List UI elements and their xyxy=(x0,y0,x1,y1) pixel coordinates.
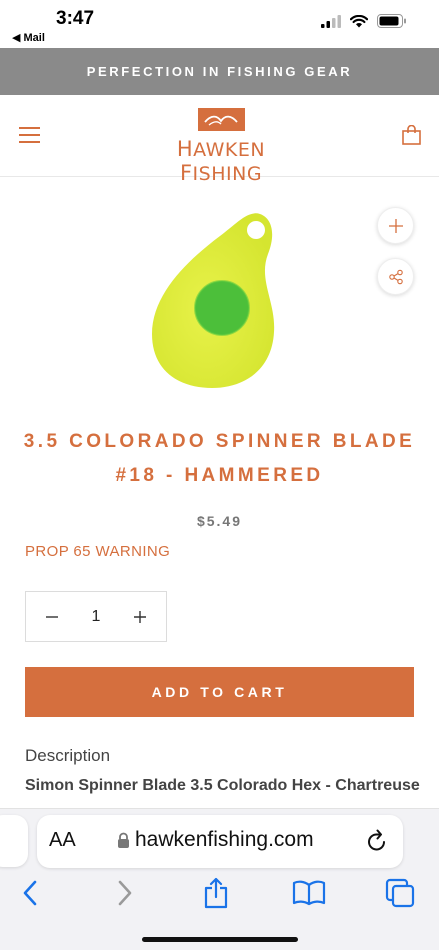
signal-icon xyxy=(321,14,341,28)
add-to-cart-label: ADD TO CART xyxy=(151,684,288,700)
decrease-quantity-button[interactable] xyxy=(26,591,78,642)
add-to-cart-button[interactable]: ADD TO CART xyxy=(25,667,414,717)
share-button[interactable] xyxy=(377,258,414,295)
reload-icon[interactable] xyxy=(366,829,388,853)
browser-toolbar: AA hawkenfishing.com xyxy=(0,808,439,950)
quantity-input[interactable]: 1 xyxy=(78,608,114,626)
forward-button[interactable] xyxy=(109,877,141,909)
minus-icon xyxy=(46,615,58,618)
bookmarks-button[interactable] xyxy=(291,877,327,909)
bookmarks-icon xyxy=(292,880,326,906)
wifi-icon xyxy=(350,14,368,27)
hawken-fishing-logo[interactable]: HAWKEN FISHING xyxy=(135,108,307,185)
product-title: 3.5 COLORADO SPINNER BLADE #18 - HAMMERE… xyxy=(23,431,416,486)
tabs-icon xyxy=(385,878,415,908)
bag-icon[interactable] xyxy=(402,125,421,145)
logo-text: HAWKEN FISHING xyxy=(176,137,266,185)
hawk-logo-icon xyxy=(197,108,245,131)
back-to-mail-link[interactable]: ◀ Mail xyxy=(12,31,45,44)
description-text: Simon Spinner Blade 3.5 Colorado Hex - C… xyxy=(25,777,420,794)
share-sheet-icon xyxy=(204,877,228,909)
status-icons xyxy=(321,14,407,28)
forward-icon xyxy=(118,880,132,906)
home-indicator xyxy=(142,937,298,942)
back-button[interactable] xyxy=(14,877,46,909)
plus-icon xyxy=(134,610,146,623)
product-image-spinner-blade[interactable] xyxy=(148,210,278,388)
previous-tab-peek[interactable] xyxy=(0,815,28,867)
prop65-warning-link[interactable]: PROP 65 WARNING xyxy=(25,543,170,560)
zoom-button[interactable] xyxy=(377,207,414,244)
back-icon xyxy=(23,880,37,906)
text-size-button[interactable]: AA xyxy=(49,829,76,852)
lock-icon xyxy=(118,832,129,848)
description-heading: Description xyxy=(25,746,111,765)
plus-icon xyxy=(388,218,403,233)
share-sheet-button[interactable] xyxy=(200,877,232,909)
address-bar[interactable]: AA hawkenfishing.com xyxy=(37,815,403,868)
site-header: HAWKEN FISHING xyxy=(0,95,439,185)
quantity-stepper: 1 xyxy=(25,591,167,642)
status-time: 3:47 xyxy=(56,8,95,29)
announcement-text: PERFECTION IN FISHING GEAR xyxy=(86,64,353,79)
tabs-button[interactable] xyxy=(384,877,416,909)
url-text[interactable]: hawkenfishing.com xyxy=(135,828,314,852)
announcement-bar: PERFECTION IN FISHING GEAR xyxy=(0,48,439,95)
product-price: $5.49 xyxy=(196,513,243,529)
increase-quantity-button[interactable] xyxy=(114,591,166,642)
battery-icon xyxy=(377,14,406,28)
hamburger-icon[interactable] xyxy=(19,127,40,143)
status-bar: 3:47 ◀ Mail xyxy=(0,0,439,48)
share-icon xyxy=(388,269,403,284)
